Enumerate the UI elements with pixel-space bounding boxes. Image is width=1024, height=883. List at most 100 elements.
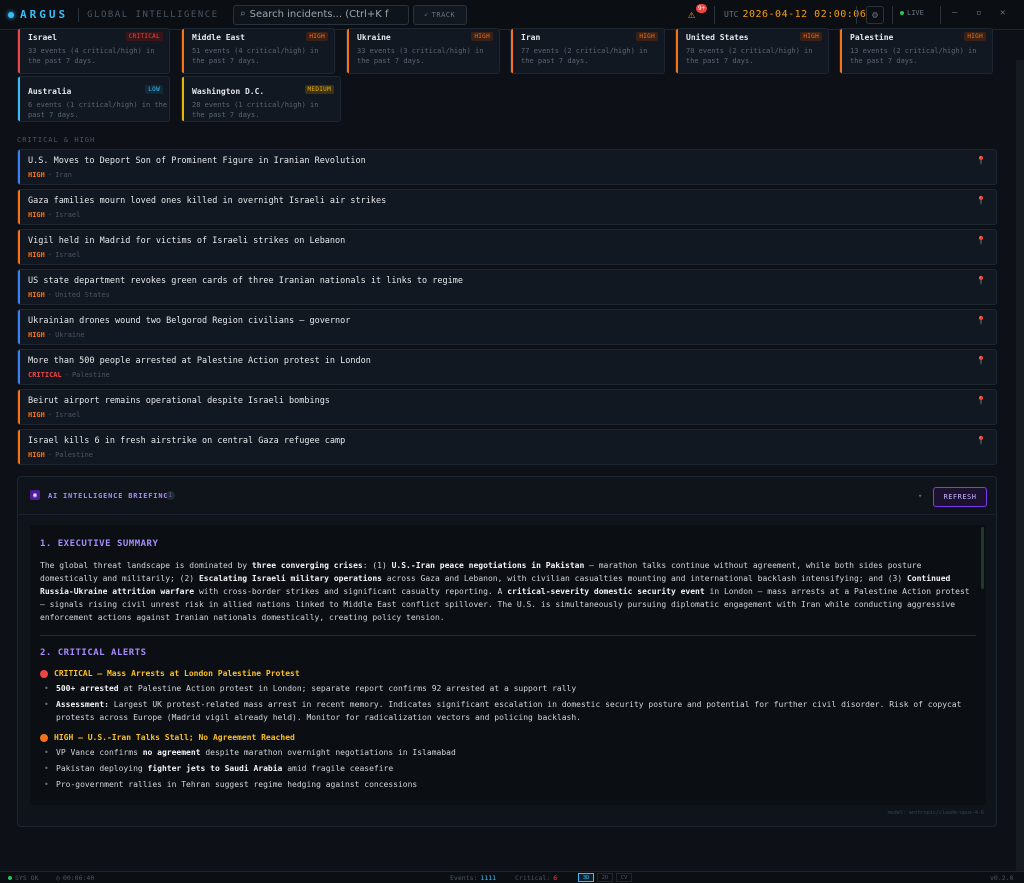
app-tagline: GLOBAL INTELLIGENCE <box>87 9 219 20</box>
incident-location: Israel <box>55 211 81 219</box>
view-cv-button[interactable]: CV <box>616 873 632 882</box>
region-card-iran[interactable]: Iran HIGH 77 events (2 critical/high) in… <box>510 28 665 74</box>
incident-row[interactable]: Vigil held in Madrid for victims of Isra… <box>17 229 997 265</box>
incident-row[interactable]: More than 500 people arrested at Palesti… <box>17 349 997 385</box>
severity-bar <box>840 29 842 73</box>
search-input[interactable]: ⌕ Search incidents... (Ctrl+K f <box>232 4 409 25</box>
app-name: ARGUS <box>20 8 69 21</box>
severity-bar <box>511 29 513 73</box>
region-card-united-states[interactable]: United States HIGH 70 events (2 critical… <box>675 28 829 74</box>
incident-row[interactable]: Ukrainian drones wound two Belgorod Regi… <box>17 309 997 345</box>
briefing-title: AI INTELLIGENCE BRIEFING <box>48 492 169 500</box>
events-label: Events: <box>450 874 478 882</box>
bullet-item: 500+ arrested at Palestine Action protes… <box>40 682 976 695</box>
region-card-ukraine[interactable]: Ukraine HIGH 33 events (3 critical/high)… <box>346 28 500 74</box>
map-pin-icon[interactable]: 📍 <box>976 436 986 445</box>
region-badge: HIGH <box>471 32 493 41</box>
region-card-middle-east[interactable]: Middle East HIGH 51 events (4 critical/h… <box>181 28 335 74</box>
info-icon[interactable]: i <box>166 491 175 500</box>
region-card-washington-dc[interactable]: Washington D.C. MEDIUM 28 events (1 crit… <box>181 76 341 122</box>
chevron-down-icon[interactable]: ▾ <box>918 492 922 500</box>
map-pin-icon[interactable]: 📍 <box>976 156 986 165</box>
status-bar: SYS OK ◷ 00:06:40 Events: 1111 Critical:… <box>0 871 1024 883</box>
incident-title: Vigil held in Madrid for victims of Isra… <box>28 236 346 246</box>
incident-title: Ukrainian drones wound two Belgorod Regi… <box>28 316 351 326</box>
settings-button[interactable]: ⚙ <box>866 6 884 24</box>
system-status-text: SYS OK <box>15 874 39 882</box>
bullet-item: VP Vance confirms no agreement despite m… <box>40 746 976 759</box>
severity-bar <box>347 29 349 73</box>
clock-icon: ◷ <box>56 874 60 882</box>
incident-title: Gaza families mourn loved ones killed in… <box>28 196 387 206</box>
incident-location: Israel <box>55 251 81 259</box>
uptime-value: 00:06:40 <box>62 874 95 882</box>
divider <box>892 6 893 24</box>
incident-meta: HIGH · Ukraine <box>28 331 85 339</box>
severity-bar <box>182 29 184 73</box>
incident-row[interactable]: Gaza families mourn loved ones killed in… <box>17 189 997 225</box>
incident-meta: HIGH · Iran <box>28 171 72 179</box>
incident-row[interactable]: Israel kills 6 in fresh airstrike on cen… <box>17 429 997 465</box>
severity-bar <box>18 29 20 73</box>
region-summary: 51 events (4 critical/high) in the past … <box>192 47 319 65</box>
alert-count-badge: 9+ <box>696 4 708 13</box>
alert-item: CRITICAL — Mass Arrests at London Palest… <box>40 669 976 678</box>
region-card-australia[interactable]: Australia LOW 6 events (1 critical/high)… <box>17 76 170 122</box>
close-icon[interactable]: ✕ <box>1000 8 1005 18</box>
map-pin-icon[interactable]: 📍 <box>976 196 986 205</box>
view-2d-button[interactable]: 2D <box>597 873 613 882</box>
search-icon: ⌕ <box>239 9 246 20</box>
incident-title: Beirut airport remains operational despi… <box>28 396 330 406</box>
alerts-button[interactable]: ⚠ 9+ <box>688 4 708 23</box>
incident-location: Palestine <box>71 371 110 379</box>
severity-bar <box>18 350 20 384</box>
clock-time: 2026-04-12 02:00:06 <box>742 9 867 20</box>
divider <box>940 6 941 24</box>
map-pin-icon[interactable]: 📍 <box>976 356 986 365</box>
brand-dot-icon <box>8 11 14 18</box>
events-count: Events: 1111 <box>450 874 496 882</box>
red-circle-icon <box>40 669 48 678</box>
maximize-icon[interactable]: ▫ <box>976 8 981 18</box>
track-label: TRACK <box>431 10 456 19</box>
scrollbar[interactable] <box>981 527 984 589</box>
orange-circle-icon <box>40 733 48 742</box>
map-pin-icon[interactable]: 📍 <box>976 276 986 285</box>
incident-row[interactable]: U.S. Moves to Deport Son of Prominent Fi… <box>17 149 997 185</box>
incident-title: More than 500 people arrested at Palesti… <box>28 356 371 366</box>
track-button[interactable]: ➶ TRACK <box>412 4 467 25</box>
executive-summary-text: The global threat landscape is dominated… <box>40 561 970 622</box>
region-badge: LOW <box>145 85 163 94</box>
incident-location: United States <box>55 291 110 299</box>
alert-bullets: VP Vance confirms no agreement despite m… <box>40 746 976 791</box>
map-pin-icon[interactable]: 📍 <box>976 236 986 245</box>
region-badge: HIGH <box>306 32 328 41</box>
incident-meta: HIGH · Israel <box>28 211 81 219</box>
incident-row[interactable]: Beirut airport remains operational despi… <box>17 389 997 425</box>
severity-bar <box>182 77 184 121</box>
view-3d-button[interactable]: 3D <box>578 873 594 882</box>
severity-bar <box>18 230 20 264</box>
divider <box>714 6 715 24</box>
severity-bar <box>18 77 20 121</box>
critical-count: Critical: 6 <box>515 874 557 882</box>
region-card-israel[interactable]: Israel CRITICAL 33 events (4 critical/hi… <box>17 28 170 74</box>
incident-title: US state department revokes green cards … <box>28 276 463 286</box>
region-name: Australia <box>28 87 72 96</box>
incident-row[interactable]: US state department revokes green cards … <box>17 269 997 305</box>
refresh-button[interactable]: REFRESH <box>933 487 987 507</box>
alert-bullets: 500+ arrested at Palestine Action protes… <box>40 682 976 724</box>
region-badge: HIGH <box>964 32 986 41</box>
minimize-icon[interactable]: — <box>952 8 957 18</box>
divider <box>40 635 976 636</box>
region-badge: HIGH <box>800 32 822 41</box>
severity-bar <box>18 150 20 184</box>
map-pin-icon[interactable]: 📍 <box>976 316 986 325</box>
region-card-palestine[interactable]: Palestine HIGH 13 events (2 critical/hig… <box>839 28 993 74</box>
track-icon: ➶ <box>423 10 429 19</box>
live-indicator: LIVE <box>900 9 924 17</box>
region-summary: 70 events (2 critical/high) in the past … <box>686 47 813 65</box>
severity-label: HIGH <box>28 251 45 259</box>
window-edge <box>1016 60 1024 871</box>
map-pin-icon[interactable]: 📍 <box>976 396 986 405</box>
